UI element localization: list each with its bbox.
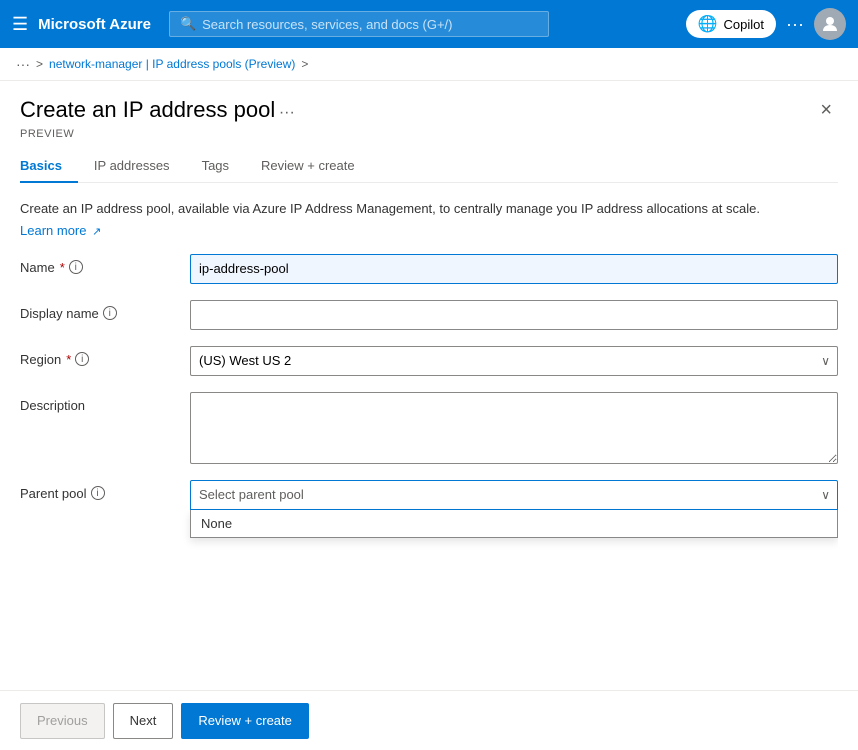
page-options-icon[interactable]: ··· (279, 104, 295, 121)
region-row: Region * i (US) West US 2 (US) East US (… (20, 346, 838, 376)
next-button[interactable]: Next (113, 703, 174, 739)
breadcrumb-link[interactable]: network-manager | IP address pools (Prev… (49, 57, 295, 71)
search-box[interactable]: 🔍 (169, 11, 549, 37)
review-create-button[interactable]: Review + create (181, 703, 309, 739)
parent-pool-info-icon[interactable]: i (91, 486, 105, 500)
nav-more-icon[interactable]: ··· (786, 14, 804, 35)
parent-pool-dropdown: None (190, 510, 838, 538)
preview-badge: PREVIEW (20, 128, 838, 140)
region-select-wrapper: (US) West US 2 (US) East US (US) West US… (190, 346, 838, 376)
display-name-info-icon[interactable]: i (103, 306, 117, 320)
region-info-icon[interactable]: i (75, 352, 89, 366)
description-row: Description (20, 392, 838, 464)
tabs: Basics IP addresses Tags Review + create (20, 150, 838, 183)
nav-bar: ☰ Microsoft Azure 🔍 🌐 Copilot ··· (0, 0, 858, 48)
display-name-label: Display name i (20, 300, 180, 321)
copilot-label: Copilot (724, 17, 764, 32)
previous-button: Previous (20, 703, 105, 739)
footer: Previous Next Review + create (0, 690, 858, 750)
tab-tags[interactable]: Tags (186, 150, 245, 183)
name-info-icon[interactable]: i (69, 260, 83, 274)
region-label: Region * i (20, 346, 180, 367)
dropdown-item-none[interactable]: None (191, 510, 837, 537)
breadcrumb-dots[interactable]: ··· (16, 56, 30, 72)
display-name-input[interactable] (190, 300, 838, 330)
parent-pool-row: Parent pool i Select parent pool None ∨ … (20, 480, 838, 510)
learn-more-link[interactable]: Learn more (20, 223, 86, 238)
form-area: Create an IP address pool, available via… (20, 183, 838, 746)
name-row: Name * i (20, 254, 838, 284)
tab-review-create[interactable]: Review + create (245, 150, 371, 183)
external-link-icon: ↗ (92, 226, 101, 238)
parent-pool-wrapper: Select parent pool None ∨ None (190, 480, 838, 510)
page-header: Create an IP address pool ··· × (20, 97, 838, 124)
region-required: * (66, 352, 71, 367)
tab-basics[interactable]: Basics (20, 150, 78, 183)
search-input[interactable] (202, 17, 538, 32)
main-content: Create an IP address pool ··· × PREVIEW … (0, 81, 858, 746)
description-textarea[interactable] (190, 392, 838, 464)
form-description: Create an IP address pool, available via… (20, 199, 838, 219)
display-name-row: Display name i (20, 300, 838, 330)
copilot-button[interactable]: 🌐 Copilot (686, 10, 776, 38)
region-select[interactable]: (US) West US 2 (US) East US (US) West US… (190, 346, 838, 376)
search-icon: 🔍 (180, 16, 196, 32)
hamburger-icon[interactable]: ☰ (12, 14, 28, 35)
breadcrumb: ··· > network-manager | IP address pools… (0, 48, 858, 81)
page-title: Create an IP address pool (20, 97, 275, 122)
parent-pool-select[interactable]: Select parent pool None (190, 480, 838, 510)
close-button[interactable]: × (814, 97, 838, 124)
description-label: Description (20, 392, 180, 413)
nav-right: 🌐 Copilot ··· (686, 8, 846, 40)
breadcrumb-sep2: > (301, 57, 308, 71)
page-title-area: Create an IP address pool ··· (20, 97, 295, 123)
breadcrumb-sep1: > (36, 57, 43, 71)
form-section: Name * i Display name i Region * (20, 254, 838, 510)
copilot-icon: 🌐 (698, 14, 718, 34)
name-label: Name * i (20, 254, 180, 275)
parent-pool-label: Parent pool i (20, 480, 180, 501)
brand-name: Microsoft Azure (38, 16, 151, 33)
avatar[interactable] (814, 8, 846, 40)
name-required: * (60, 260, 65, 275)
name-input[interactable] (190, 254, 838, 284)
tab-ip-addresses[interactable]: IP addresses (78, 150, 186, 183)
